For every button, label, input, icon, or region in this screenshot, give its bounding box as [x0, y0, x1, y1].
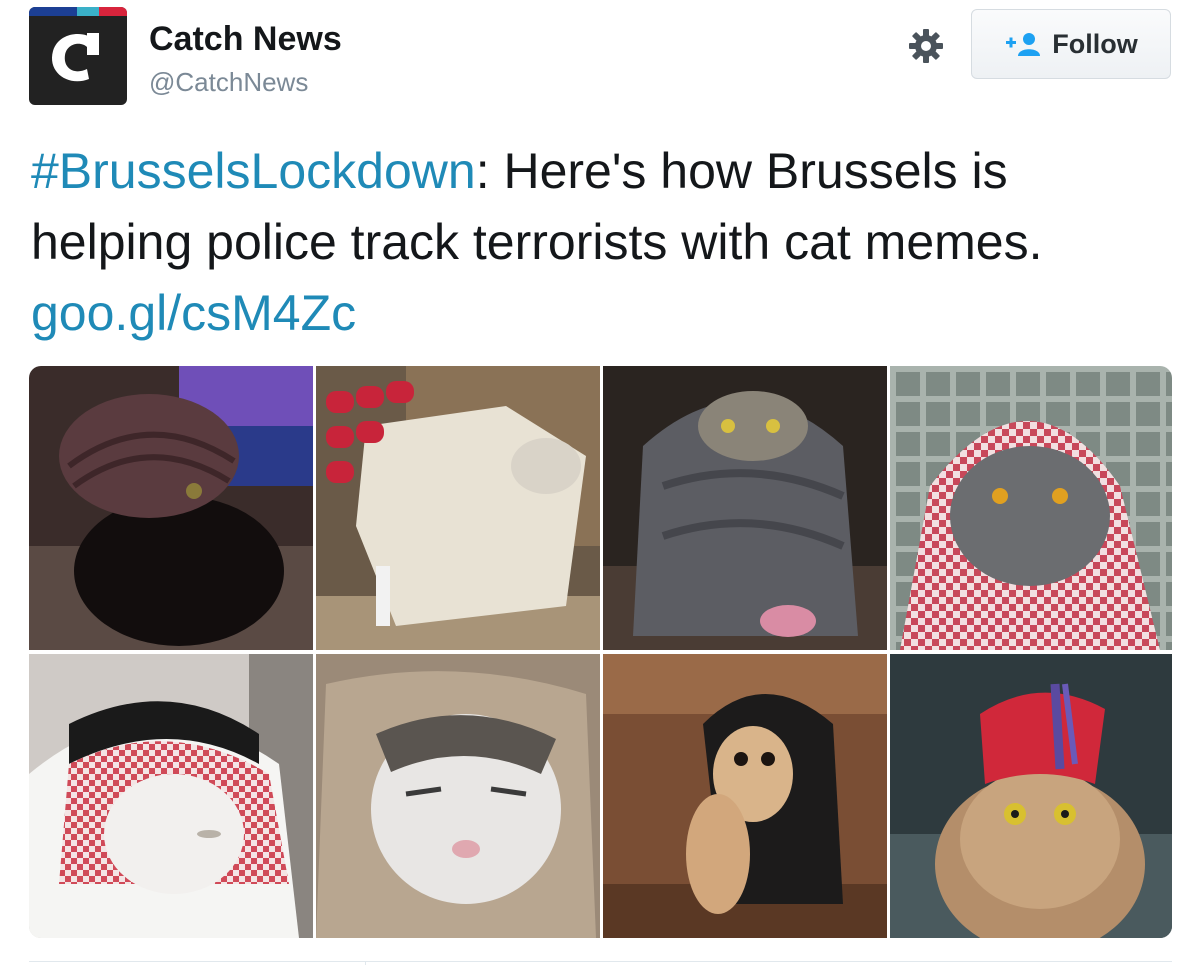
- cat-photo-8: [890, 654, 1172, 938]
- avatar[interactable]: [29, 7, 127, 105]
- grid-gutter: [29, 650, 1172, 654]
- short-link[interactable]: goo.gl/csM4Zc: [31, 285, 356, 341]
- catch-logo-icon: [51, 33, 99, 82]
- add-user-icon: [1006, 33, 1041, 56]
- photo-cat-red-fez[interactable]: [890, 654, 1172, 938]
- cat-photo-7: [603, 654, 887, 938]
- cat-photo-1: [29, 366, 313, 650]
- cat-photo-2: [316, 366, 600, 650]
- photo-cat-explosive-vest[interactable]: [316, 366, 600, 650]
- gear-icon[interactable]: [907, 27, 945, 65]
- photo-cat-knit-turban[interactable]: [29, 366, 313, 650]
- cat-photo-6: [316, 654, 600, 938]
- photo-cat-grey-hood[interactable]: [603, 366, 887, 650]
- photo-cat-tan-robe[interactable]: [316, 654, 600, 938]
- cat-photo-4: [890, 366, 1172, 650]
- photo-cat-checked-keffiyeh[interactable]: [890, 366, 1172, 650]
- media-grid[interactable]: [29, 366, 1172, 938]
- photo-cat-white-headscarf[interactable]: [29, 654, 313, 938]
- hashtag-link[interactable]: #BrusselsLockdown: [31, 143, 476, 199]
- follow-label: Follow: [1052, 28, 1138, 59]
- follow-button[interactable]: Follow: [971, 9, 1171, 79]
- cat-photo-3: [603, 366, 887, 650]
- divider: [29, 961, 1172, 962]
- photo-cat-black-hijab[interactable]: [603, 654, 887, 938]
- display-name[interactable]: Catch News: [149, 20, 342, 59]
- tweet-text: #BrusselsLockdown: Here's how Brussels i…: [31, 136, 1181, 349]
- cat-photo-5: [29, 654, 313, 938]
- user-handle[interactable]: @CatchNews: [149, 67, 308, 98]
- divider-tick: [365, 961, 366, 965]
